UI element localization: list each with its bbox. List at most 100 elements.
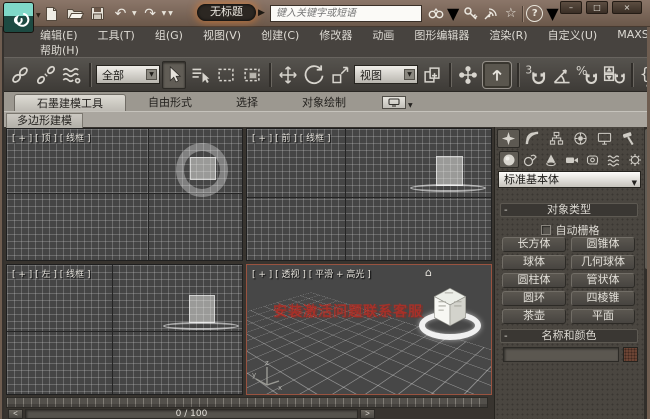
menu-rendering[interactable]: 渲染(R) [479, 27, 537, 43]
viewport-perspective[interactable]: [ + ] [ 透视 ] [ 平滑 + 高光 ] ⌂ 安装激活问题联系客服 z … [246, 264, 492, 395]
rollout-collapse-icon[interactable]: - [504, 205, 508, 217]
category-helpers-icon[interactable] [583, 151, 603, 168]
reference-coordinate-caret-icon[interactable]: ▼ [404, 69, 415, 80]
btn-geosphere[interactable]: 几何球体 [571, 255, 635, 270]
select-object-icon[interactable] [162, 60, 186, 89]
ribbon-tab-freeform[interactable]: 自由形式 [126, 94, 214, 111]
menu-customize[interactable]: 自定义(U) [538, 27, 608, 43]
new-scene-icon[interactable] [42, 4, 61, 23]
rollout-collapse-icon[interactable]: - [504, 331, 508, 343]
search-expand-icon[interactable]: ▶ [258, 8, 265, 18]
box-top-view[interactable] [190, 157, 216, 180]
viewport-front[interactable]: [ + ] [ 前 ] [ 线框 ] [246, 128, 492, 261]
menu-maxscript[interactable]: MAXScript(M) [607, 28, 650, 41]
time-slider-value[interactable]: 0 / 100 [25, 409, 358, 419]
btn-cylinder[interactable]: 圆柱体 [502, 273, 566, 288]
menu-animation[interactable]: 动画 [362, 27, 404, 43]
search-input[interactable] [270, 5, 422, 22]
close-button[interactable]: × [612, 1, 642, 14]
category-space-warps-icon[interactable] [604, 151, 624, 168]
category-cameras-icon[interactable] [562, 151, 582, 168]
category-shapes-icon[interactable] [520, 151, 540, 168]
btn-pyramid[interactable]: 四棱锥 [571, 291, 635, 306]
viewport-perspective-label[interactable]: [ + ] [ 透视 ] [ 平滑 + 高光 ] [252, 267, 371, 280]
tab-modify-icon[interactable] [521, 129, 544, 148]
menu-group[interactable]: 组(G) [145, 27, 193, 43]
category-geometry-icon[interactable] [499, 151, 519, 168]
btn-teapot[interactable]: 茶壶 [502, 309, 566, 324]
save-file-icon[interactable] [88, 4, 107, 23]
select-and-move-icon[interactable] [276, 61, 300, 89]
viewport-left[interactable]: [ + ] [ 左 ] [ 线框 ] [6, 264, 243, 395]
previous-frame-button[interactable]: < [8, 409, 23, 419]
help-caret-icon[interactable]: ▼ [546, 4, 558, 23]
keyboard-shortcut-override-icon[interactable] [482, 60, 512, 89]
select-and-manipulate-icon[interactable] [456, 61, 480, 89]
maximize-button[interactable]: □ [586, 1, 608, 14]
tab-motion-icon[interactable] [569, 129, 592, 148]
selection-filter-dropdown[interactable]: 全部 ▼ [96, 65, 160, 84]
btn-cone[interactable]: 圆锥体 [571, 237, 635, 252]
communication-center-icon[interactable] [482, 5, 499, 23]
btn-torus[interactable]: 圆环 [502, 291, 566, 306]
angle-snap-icon[interactable] [550, 61, 574, 89]
ribbon-minimize-caret-icon[interactable]: ▼ [408, 102, 413, 109]
object-name-input[interactable] [503, 347, 619, 362]
torus-front-view[interactable] [410, 184, 486, 192]
minimize-button[interactable]: – [560, 1, 582, 14]
category-systems-icon[interactable] [625, 151, 645, 168]
application-menu-button[interactable] [3, 2, 34, 33]
open-file-icon[interactable] [65, 4, 84, 23]
btn-plane[interactable]: 平面 [571, 309, 635, 324]
viewport-left-label[interactable]: [ + ] [ 左 ] [ 线框 ] [12, 267, 91, 280]
menu-views[interactable]: 视图(V) [193, 27, 251, 43]
box-left-view[interactable] [189, 295, 215, 323]
viewport-top[interactable]: [ + ] [ 顶 ] [ 线框 ] [6, 128, 243, 261]
menu-create[interactable]: 创建(C) [251, 27, 309, 43]
box-front-view[interactable] [436, 156, 463, 186]
select-by-name-icon[interactable] [188, 61, 212, 89]
primitive-type-dropdown[interactable]: 标准基本体 ▼ [498, 171, 641, 188]
home-icon[interactable]: ⌂ [425, 266, 432, 279]
menu-graph-editors[interactable]: 图形编辑器 [404, 27, 479, 43]
torus-left-view[interactable] [163, 322, 239, 330]
bind-to-space-warp-icon[interactable] [60, 61, 84, 89]
snap-toggle-3d-icon[interactable]: 3 [524, 61, 548, 89]
tab-hierarchy-icon[interactable] [545, 129, 568, 148]
search-binoculars-icon[interactable] [427, 5, 444, 23]
box-perspective[interactable] [426, 283, 474, 331]
search-options-caret-icon[interactable]: ▼ [447, 4, 459, 23]
rollout-object-type-header[interactable]: - 对象类型 [500, 203, 638, 217]
ribbon-display-toggle-icon[interactable] [382, 96, 406, 109]
track-bar-ruler[interactable] [6, 397, 488, 408]
unlink-selection-icon[interactable] [34, 61, 58, 89]
select-and-rotate-icon[interactable] [302, 61, 326, 89]
ribbon-tab-object-paint[interactable]: 对象绘制 [280, 94, 368, 111]
tab-create-icon[interactable] [497, 129, 520, 148]
viewport-top-label[interactable]: [ + ] [ 顶 ] [ 线框 ] [12, 131, 91, 144]
menu-edit[interactable]: 编辑(E) [30, 27, 88, 43]
select-and-link-icon[interactable] [8, 61, 32, 89]
selection-filter-caret-icon[interactable]: ▼ [146, 69, 157, 80]
undo-caret-icon[interactable]: ▼ [132, 10, 137, 17]
autogrid-checkbox[interactable] [540, 225, 551, 235]
ribbon-panel-polygon-modeling[interactable]: 多边形建模 [6, 113, 83, 128]
object-color-swatch[interactable] [623, 347, 638, 362]
menu-modifiers[interactable]: 修改器 [309, 27, 362, 43]
redo-icon[interactable]: ↷ [141, 4, 160, 23]
help-icon[interactable]: ? [526, 5, 544, 22]
rollout-name-color-header[interactable]: - 名称和颜色 [500, 329, 638, 343]
btn-box[interactable]: 长方体 [502, 237, 566, 252]
next-frame-button[interactable]: > [360, 409, 375, 419]
favorites-star-icon[interactable]: ☆ [502, 5, 519, 23]
reference-coordinate-dropdown[interactable]: 视图 ▼ [354, 65, 418, 84]
percent-snap-icon[interactable]: % [576, 61, 600, 89]
primitive-type-caret-icon[interactable]: ▼ [632, 176, 637, 191]
undo-icon[interactable]: ↶ [111, 4, 130, 23]
tab-display-icon[interactable] [593, 129, 616, 148]
spinner-snap-icon[interactable] [602, 61, 626, 89]
ribbon-tab-selection[interactable]: 选择 [214, 94, 280, 111]
ribbon-tab-graphite-tools[interactable]: 石墨建模工具 [14, 94, 126, 111]
tab-utilities-icon[interactable] [617, 129, 640, 148]
use-pivot-point-center-icon[interactable] [420, 61, 444, 89]
